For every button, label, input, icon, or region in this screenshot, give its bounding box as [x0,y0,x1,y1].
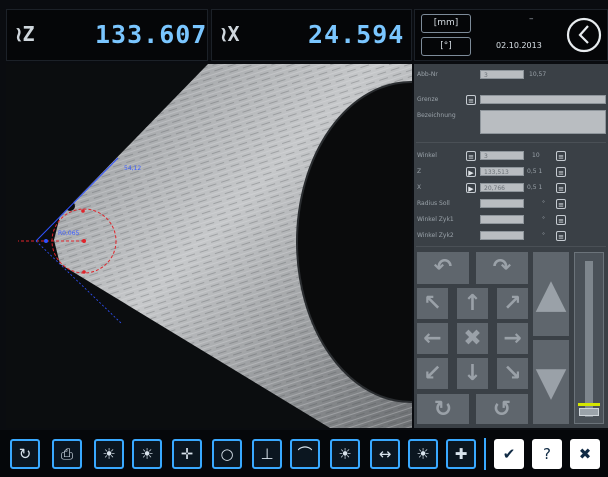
x-input[interactable]: 20,766 [480,183,524,192]
winkel-zyk1-input[interactable] [480,215,524,224]
x-suffix: 0,5 1 [527,184,543,191]
fast-down-button[interactable]: ▼ [533,340,569,424]
radius-edit-icon[interactable]: ≡ [556,199,566,209]
field-label-z: Z [417,168,422,175]
z-suffix: 0,5 1 [527,168,543,175]
rotate-ccw-button[interactable]: ↻ [417,394,469,424]
light-4-icon[interactable]: ☀ [408,439,438,469]
close-icon[interactable]: ✖ [570,439,600,469]
refresh-icon[interactable]: ↻ [10,439,40,469]
rotate-left-button[interactable]: ↶ [417,252,469,284]
jog-stop-button[interactable]: ✖ [457,323,488,354]
camera-view[interactable]: 54,12 R0,065 [6,64,412,428]
jog-down-left-button[interactable]: ↙ [417,358,448,389]
x-edit-icon[interactable]: ≡ [556,183,566,193]
status-panel: [mm] [°] – 02.10.2013 [414,9,608,61]
print-icon[interactable]: ⎙ [52,439,82,469]
winkel-input[interactable]: 3 [480,151,524,160]
status-dash: – [529,14,534,24]
speed-slider-handle[interactable] [579,408,599,416]
edge-icon[interactable]: ⊥ [252,439,282,469]
clock-icon[interactable] [565,16,603,54]
plus-icon[interactable]: ✚ [446,439,476,469]
speed-slider[interactable] [574,252,604,424]
list-icon[interactable]: ≡ [466,95,476,105]
z-readout-panel: ≀Z 133.607 [6,9,208,61]
field-label-x: X [417,184,422,191]
field-abb-suffix: 10,57 [529,71,547,78]
z-input[interactable]: 133,513 [480,167,524,176]
panel-divider-2 [416,246,606,247]
fast-up-button[interactable]: ▲ [533,252,569,336]
winkel-zyk2-suffix: ° [542,232,545,239]
date-label: 02.10.2013 [496,41,542,50]
field-abb-input[interactable]: 3 [480,70,524,79]
radius-suffix: ° [542,200,545,207]
winkel-zyk1-suffix: ° [542,216,545,223]
lamp-icon[interactable]: ⌒ [290,439,320,469]
side-panel: Abb-Nr 3 10,57 Grenze ≡ Bezeichnung Wink… [414,64,608,428]
light-1-icon[interactable]: ☀ [94,439,124,469]
x-play-icon[interactable]: ▶ [466,183,476,193]
x-value: 24.594 [308,20,405,49]
toolbar-divider [484,438,486,470]
panel-divider [416,142,606,143]
z-value: 133.607 [95,20,208,49]
jog-up-left-button[interactable]: ↖ [417,288,448,319]
winkel-list-icon[interactable]: ≡ [466,151,476,161]
light-3-icon[interactable]: ☀ [330,439,360,469]
x-readout-panel: ≀X 24.594 [211,9,412,61]
jog-up-button[interactable]: ↑ [457,288,488,319]
winkel-zyk2-edit-icon[interactable]: ≡ [556,231,566,241]
z-play-icon[interactable]: ▶ [466,167,476,177]
winkel-suffix: 10 [532,152,540,159]
field-label-radius: Radius Soll [417,200,450,207]
field-label-winkel-zyk1: Winkel Zyk1 [417,216,454,223]
field-label-bezeichnung: Bezeichnung [417,112,456,119]
rotate-cw-button[interactable]: ↺ [476,394,528,424]
field-label-abb: Abb-Nr [417,71,438,78]
speed-slider-track [585,261,593,417]
jog-left-button[interactable]: ← [417,323,448,354]
radius-input[interactable] [480,199,524,208]
light-2-icon[interactable]: ☀ [132,439,162,469]
help-icon[interactable]: ? [532,439,562,469]
field-label-winkel: Winkel [417,152,437,159]
move-icon[interactable]: ↔ [370,439,400,469]
z-edit-icon[interactable]: ≡ [556,167,566,177]
radius-measure-label: R0,065 [58,230,80,237]
jog-up-right-button[interactable]: ↗ [497,288,528,319]
winkel-zyk2-input[interactable] [480,231,524,240]
x-axis-label: ≀X [220,22,240,46]
camera-image [18,64,412,428]
z-axis-label: ≀Z [15,22,35,46]
circle-measure-icon[interactable]: ○ [212,439,242,469]
jog-right-button[interactable]: → [497,323,528,354]
grenze-dropdown[interactable] [480,95,606,104]
jog-down-right-button[interactable]: ↘ [497,358,528,389]
angle-measure-label: 54,12 [124,165,142,172]
field-label-winkel-zyk2: Winkel Zyk2 [417,232,454,239]
rotate-right-button[interactable]: ↷ [476,252,528,284]
winkel-zyk1-edit-icon[interactable]: ≡ [556,215,566,225]
bezeichnung-input[interactable] [480,110,606,134]
jog-down-button[interactable]: ↓ [457,358,488,389]
unit-mm-button[interactable]: [mm] [421,14,471,33]
speed-slider-scale-fill [578,403,600,406]
unit-deg-button[interactable]: [°] [421,37,471,56]
field-label-grenze: Grenze [417,96,439,103]
crosshair-icon[interactable]: ✛ [172,439,202,469]
winkel-edit-icon[interactable]: ≡ [556,151,566,161]
bottom-toolbar: ↻ ⎙ ☀ ☀ ✛ ○ ⊥ ⌒ ☀ ↔ ☀ ✚ ✔ ? ✖ [0,430,608,477]
confirm-icon[interactable]: ✔ [494,439,524,469]
